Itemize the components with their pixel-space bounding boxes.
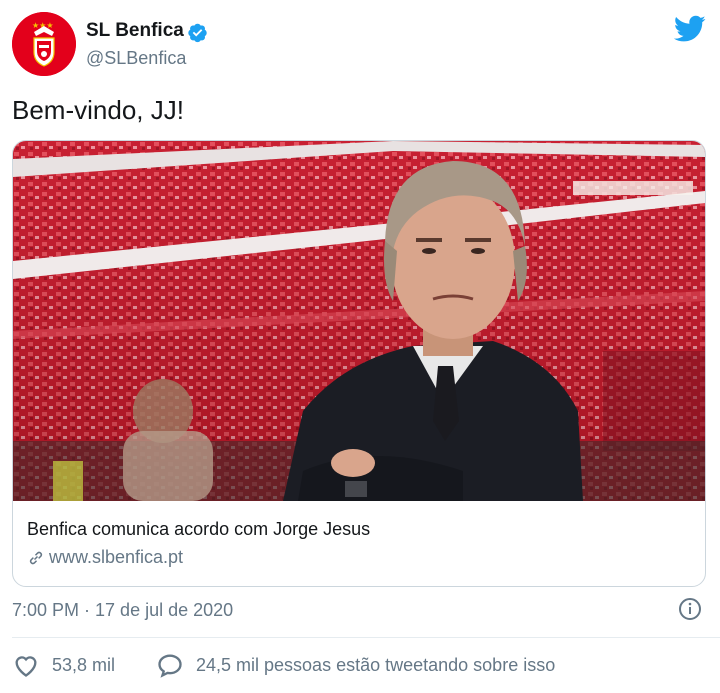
card-image — [13, 141, 705, 501]
link-preview-card[interactable]: Benfica comunica acordo com Jorge Jesus … — [12, 140, 706, 587]
info-icon[interactable] — [678, 597, 702, 621]
heart-icon — [15, 656, 37, 677]
divider — [12, 637, 720, 638]
avatar[interactable]: ★★★ — [12, 12, 76, 76]
card-title[interactable]: Benfica comunica acordo com Jorge Jesus — [27, 519, 370, 540]
verified-badge-icon — [188, 23, 207, 43]
like-button[interactable]: 53,8 mil — [12, 652, 115, 678]
conversation-text: 24,5 mil pessoas estão tweetando sobre i… — [196, 654, 556, 675]
card-domain-text: www.slbenfica.pt — [49, 547, 184, 567]
like-count: 53,8 mil — [52, 654, 116, 675]
author-handle[interactable]: @SLBenfica — [86, 48, 186, 69]
tweet-card: ★★★ SL Benfica @SLBenfica Bem-vindo, JJ! — [0, 0, 720, 693]
tweet-timestamp[interactable]: 7:00 PM · 17 de jul de 2020 — [12, 600, 233, 621]
conversation-link[interactable]: 24,5 mil pessoas estão tweetando sobre i… — [156, 652, 555, 678]
speech-bubble-icon — [158, 654, 182, 678]
twitter-bird-icon[interactable] — [674, 15, 706, 43]
author-name[interactable]: SL Benfica — [86, 20, 184, 42]
tweet-text: Bem-vindo, JJ! — [12, 95, 184, 125]
link-icon — [29, 551, 43, 564]
benfica-crest-icon: ★★★ — [12, 12, 76, 76]
card-domain[interactable]: www.slbenfica.pt — [27, 547, 183, 568]
